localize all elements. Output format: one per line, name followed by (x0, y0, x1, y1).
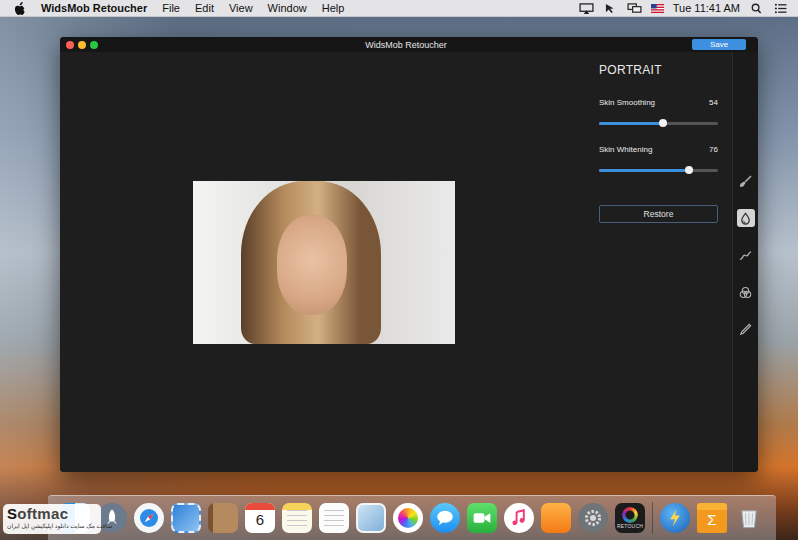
watermark-logo: Softmac (7, 506, 68, 522)
clock[interactable]: Tue 11:41 AM (673, 2, 740, 14)
watermark: Softmacسافت مک سایت دانلود اپلیکیشن اپل … (3, 504, 101, 534)
facetime-icon[interactable] (467, 503, 497, 533)
slider-value: 76 (709, 143, 718, 157)
dock: 6 RETOUCH Σ (48, 495, 776, 540)
menu-item[interactable]: Window (268, 2, 307, 14)
messages-icon[interactable] (430, 503, 460, 533)
minimize-button[interactable] (78, 41, 86, 49)
circles-icon (739, 286, 752, 299)
zoom-button[interactable] (90, 41, 98, 49)
slider-fill (599, 122, 663, 125)
menu-item[interactable]: Edit (195, 2, 214, 14)
flag-icon[interactable] (651, 4, 664, 13)
dock-separator (652, 502, 653, 534)
watermark-tagline: سافت مک سایت دانلود اپلیکیشن اپل ایران (7, 522, 112, 531)
app-icon[interactable] (660, 503, 690, 533)
trash-icon[interactable] (734, 503, 764, 533)
window-title: WidsMob Retoucher (365, 40, 447, 50)
slider-value: 54 (709, 96, 718, 110)
slider-row: Skin Smoothing 54 (599, 96, 718, 125)
portrait-panel: PORTRAIT Skin Smoothing 54 Skin Whitening 76… (588, 52, 732, 472)
brush-icon (739, 175, 752, 188)
airplay-icon[interactable] (579, 3, 594, 14)
mail-icon[interactable] (171, 503, 201, 533)
portrait-photo (193, 181, 455, 344)
pencil-tool[interactable] (737, 320, 755, 338)
save-button[interactable]: Save (692, 39, 746, 50)
slider-label: Skin Smoothing (599, 96, 655, 110)
slider-thumb[interactable] (659, 119, 667, 127)
wallpaper: WidsMob Retoucher Save PORTRAIT Skin Smooth… (0, 17, 798, 540)
menu-bar: WidsMob Retoucher File Edit View Window Help T… (0, 0, 798, 17)
tool-bar (732, 52, 758, 472)
restore-button[interactable]: Restore (599, 205, 718, 223)
itunes-icon[interactable] (504, 503, 534, 533)
curve-tool[interactable] (737, 246, 755, 264)
panel-heading: PORTRAIT (599, 63, 718, 78)
list-icon[interactable] (773, 3, 788, 14)
sysprefs-icon[interactable] (578, 503, 608, 533)
ibooks-icon[interactable] (541, 503, 571, 533)
drop-icon (739, 212, 752, 225)
preview-icon[interactable] (356, 503, 386, 533)
notes-icon[interactable] (282, 503, 312, 533)
menu-item[interactable]: View (229, 2, 253, 14)
photos-icon[interactable] (393, 503, 423, 533)
retouch-icon[interactable]: RETOUCH (615, 503, 645, 533)
safari-icon[interactable] (134, 503, 164, 533)
menu-item[interactable]: Help (322, 2, 345, 14)
slider-track[interactable] (599, 169, 718, 172)
reminders-icon[interactable] (319, 503, 349, 533)
circles-tool[interactable] (737, 283, 755, 301)
app-menu[interactable]: WidsMob Retoucher (41, 2, 147, 14)
close-button[interactable] (66, 41, 74, 49)
pencil-icon (739, 323, 752, 336)
slider-row: Skin Whitening 76 (599, 143, 718, 172)
slider-fill (599, 169, 689, 172)
slider-track[interactable] (599, 122, 718, 125)
app-window: WidsMob Retoucher Save PORTRAIT Skin Smooth… (60, 37, 758, 472)
cursor-icon[interactable] (603, 3, 618, 14)
slider-thumb[interactable] (685, 166, 693, 174)
menu-item[interactable]: File (162, 2, 180, 14)
brush-tool[interactable] (737, 172, 755, 190)
folder-icon[interactable]: Σ (697, 503, 727, 533)
contacts-icon[interactable] (208, 503, 238, 533)
display-icon[interactable] (627, 3, 642, 14)
curve-icon (739, 249, 752, 262)
search-icon[interactable] (749, 3, 764, 14)
desktop: WidsMob Retoucher File Edit View Window Help T… (0, 0, 798, 540)
apple-icon[interactable] (14, 2, 26, 15)
calendar-icon[interactable]: 6 (245, 503, 275, 533)
slider-label: Skin Whitening (599, 143, 652, 157)
drop-tool[interactable] (737, 209, 755, 227)
title-bar: WidsMob Retoucher Save (60, 37, 758, 52)
canvas (60, 52, 588, 472)
